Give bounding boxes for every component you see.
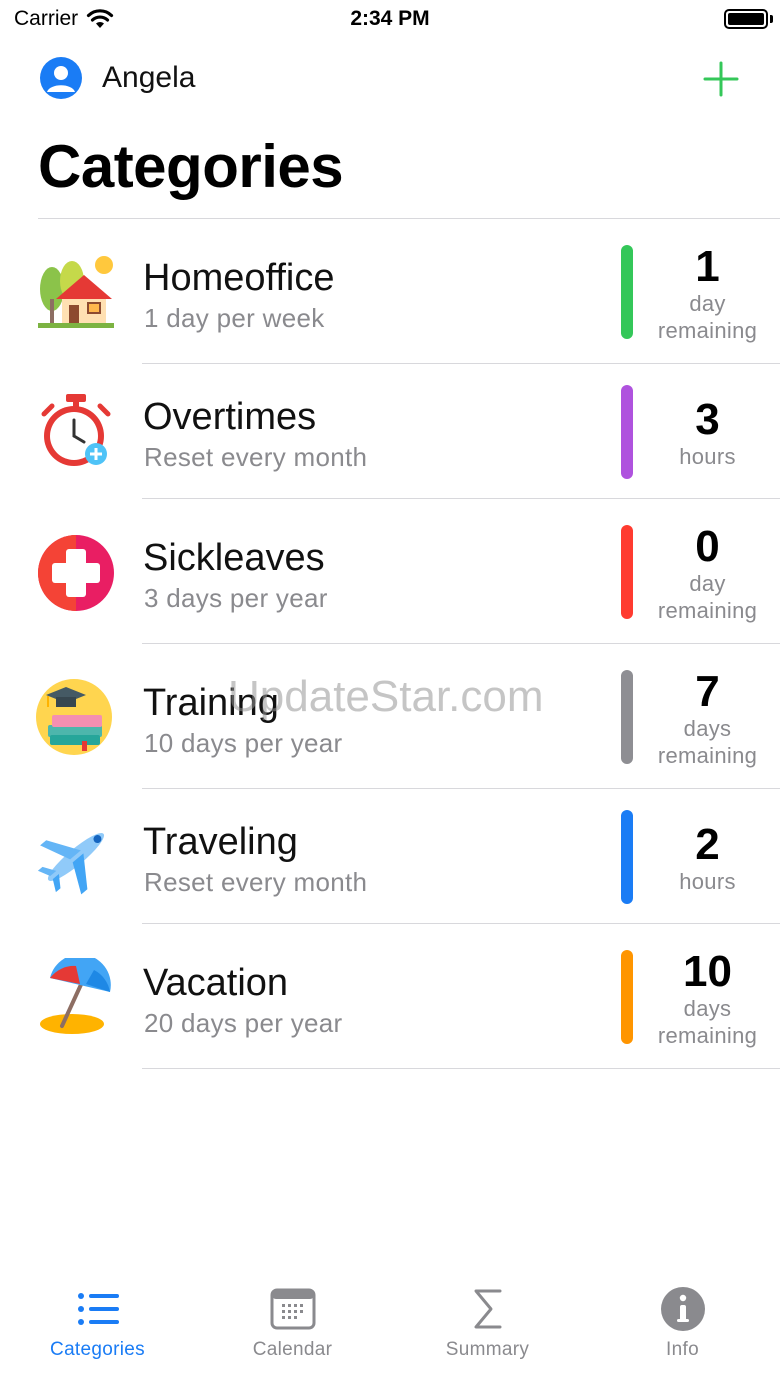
- category-color-bar: [621, 525, 633, 619]
- remaining-unit: days: [683, 716, 732, 742]
- remaining-suffix: remaining: [657, 1022, 758, 1048]
- remaining-unit: days: [683, 996, 732, 1022]
- remaining-suffix: remaining: [657, 317, 758, 343]
- category-color-bar: [621, 245, 633, 339]
- remaining-suffix: remaining: [657, 597, 758, 623]
- tab-summary[interactable]: Summary: [390, 1277, 585, 1387]
- remaining-value: 10: [683, 947, 732, 996]
- page-title: Categories: [38, 133, 344, 200]
- remaining-block: 7 days remaining: [640, 667, 775, 769]
- category-color-bar: [621, 950, 633, 1044]
- category-subtitle: 10 days per year: [144, 728, 343, 758]
- list-item-training[interactable]: Training 10 days per year 7 days remaini…: [0, 644, 780, 789]
- remaining-block: 3 hours: [640, 395, 775, 471]
- tab-calendar[interactable]: Calendar: [195, 1277, 390, 1387]
- category-subtitle: Reset every month: [144, 867, 368, 897]
- tab-label: Summary: [445, 1339, 530, 1360]
- tab-label: Categories: [50, 1339, 145, 1360]
- category-name: Homeoffice: [143, 257, 335, 299]
- list-icon: [77, 1293, 119, 1325]
- remaining-value: 3: [695, 395, 720, 444]
- category-name: Overtimes: [143, 396, 317, 438]
- remaining-value: 0: [695, 522, 720, 571]
- user-name: Angela: [102, 61, 196, 94]
- remaining-suffix: remaining: [657, 742, 758, 768]
- remaining-block: 0 day remaining: [640, 522, 775, 624]
- category-name: Vacation: [143, 962, 289, 1004]
- battery-icon: [724, 9, 768, 29]
- list-item-sickleaves[interactable]: Sickleaves 3 days per year 0 day remaini…: [0, 499, 780, 644]
- category-color-bar: [621, 670, 633, 764]
- category-name: Sickleaves: [143, 537, 325, 579]
- plus-icon: [703, 61, 739, 97]
- graduation-books-icon: [36, 679, 112, 755]
- sigma-icon: [474, 1289, 501, 1329]
- list-item-overtimes[interactable]: Overtimes Reset every month 3 hours: [0, 364, 780, 499]
- remaining-value: 2: [695, 820, 720, 869]
- add-category-button[interactable]: [702, 60, 740, 98]
- remaining-unit: hours: [679, 444, 736, 470]
- house-trees-icon: [38, 256, 114, 328]
- beach-umbrella-icon: [40, 958, 111, 1034]
- category-name: Traveling: [143, 821, 298, 863]
- remaining-block: 2 hours: [640, 820, 775, 896]
- tab-categories[interactable]: Categories: [0, 1277, 195, 1387]
- medical-cross-icon: [38, 535, 114, 611]
- tab-label: Info: [666, 1339, 699, 1360]
- list-item-homeoffice[interactable]: Homeoffice 1 day per week 1 day remainin…: [0, 219, 780, 364]
- category-subtitle: 3 days per year: [144, 583, 328, 613]
- category-color-bar: [621, 385, 633, 479]
- calendar-icon: [270, 1288, 315, 1330]
- category-color-bar: [621, 810, 633, 904]
- list-item-vacation[interactable]: Vacation 20 days per year 10 days remain…: [0, 924, 780, 1069]
- avatar-icon: [40, 57, 82, 99]
- tab-bar: Categories Calendar Summary Info: [0, 1277, 780, 1387]
- remaining-unit: day: [689, 291, 726, 317]
- clock: 2:34 PM: [350, 7, 430, 30]
- category-name: Training: [143, 682, 279, 724]
- tab-label: Calendar: [252, 1339, 333, 1360]
- category-subtitle: 1 day per week: [144, 303, 325, 333]
- remaining-block: 10 days remaining: [640, 947, 775, 1049]
- stopwatch-icon: [41, 394, 111, 466]
- category-subtitle: Reset every month: [144, 442, 368, 472]
- battery-tip: [770, 15, 773, 23]
- remaining-unit: hours: [679, 869, 736, 895]
- category-list: Homeoffice 1 day per week 1 day remainin…: [0, 219, 780, 1069]
- info-icon: [660, 1287, 705, 1331]
- remaining-value: 7: [695, 667, 720, 716]
- list-item-traveling[interactable]: Traveling Reset every month 2 hours: [0, 789, 780, 924]
- remaining-value: 1: [695, 242, 720, 291]
- remaining-unit: day: [689, 571, 726, 597]
- tab-info[interactable]: Info: [585, 1277, 780, 1387]
- category-subtitle: 20 days per year: [144, 1008, 343, 1038]
- airplane-icon: [37, 833, 105, 895]
- row-divider: [142, 1068, 780, 1069]
- user-profile[interactable]: Angela: [40, 57, 195, 99]
- remaining-block: 1 day remaining: [640, 242, 775, 344]
- status-bar: Carrier 2:34 PM: [0, 0, 780, 40]
